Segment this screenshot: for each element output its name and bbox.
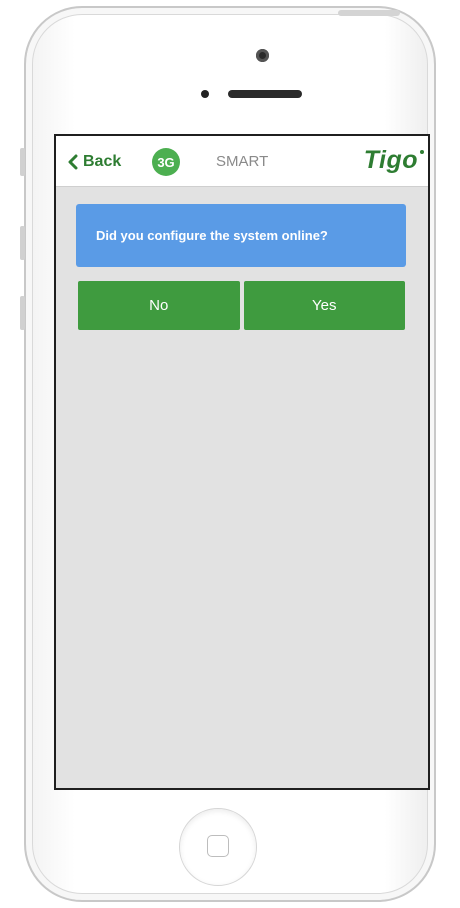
app-content: Back 3G SMART Tigo Did you configure the…: [56, 136, 428, 788]
network-badge: 3G: [152, 148, 180, 176]
page-title: SMART: [216, 153, 269, 170]
volume-up-button: [20, 226, 25, 260]
home-square-icon: [207, 835, 229, 857]
power-button: [338, 10, 400, 16]
logo-mark-icon: [420, 150, 424, 154]
chevron-left-icon: [68, 154, 78, 170]
back-button[interactable]: Back: [68, 150, 121, 174]
proximity-sensor: [201, 90, 209, 98]
answer-buttons: No Yes: [78, 281, 405, 330]
home-button[interactable]: [179, 808, 257, 886]
tigo-logo: Tigo: [363, 146, 418, 174]
question-card: Did you configure the system online?: [76, 204, 406, 267]
earpiece-speaker: [228, 90, 302, 98]
yes-button[interactable]: Yes: [243, 281, 405, 330]
camera-icon: [256, 49, 269, 62]
phone-frame: Back 3G SMART Tigo Did you configure the…: [20, 6, 436, 902]
back-label: Back: [83, 153, 122, 170]
screen: Back 3G SMART Tigo Did you configure the…: [54, 134, 430, 790]
no-button[interactable]: No: [78, 281, 240, 330]
mute-switch: [20, 148, 25, 176]
navbar: Back 3G SMART Tigo: [56, 136, 428, 187]
question-text: Did you configure the system online?: [96, 228, 328, 243]
volume-down-button: [20, 296, 25, 330]
